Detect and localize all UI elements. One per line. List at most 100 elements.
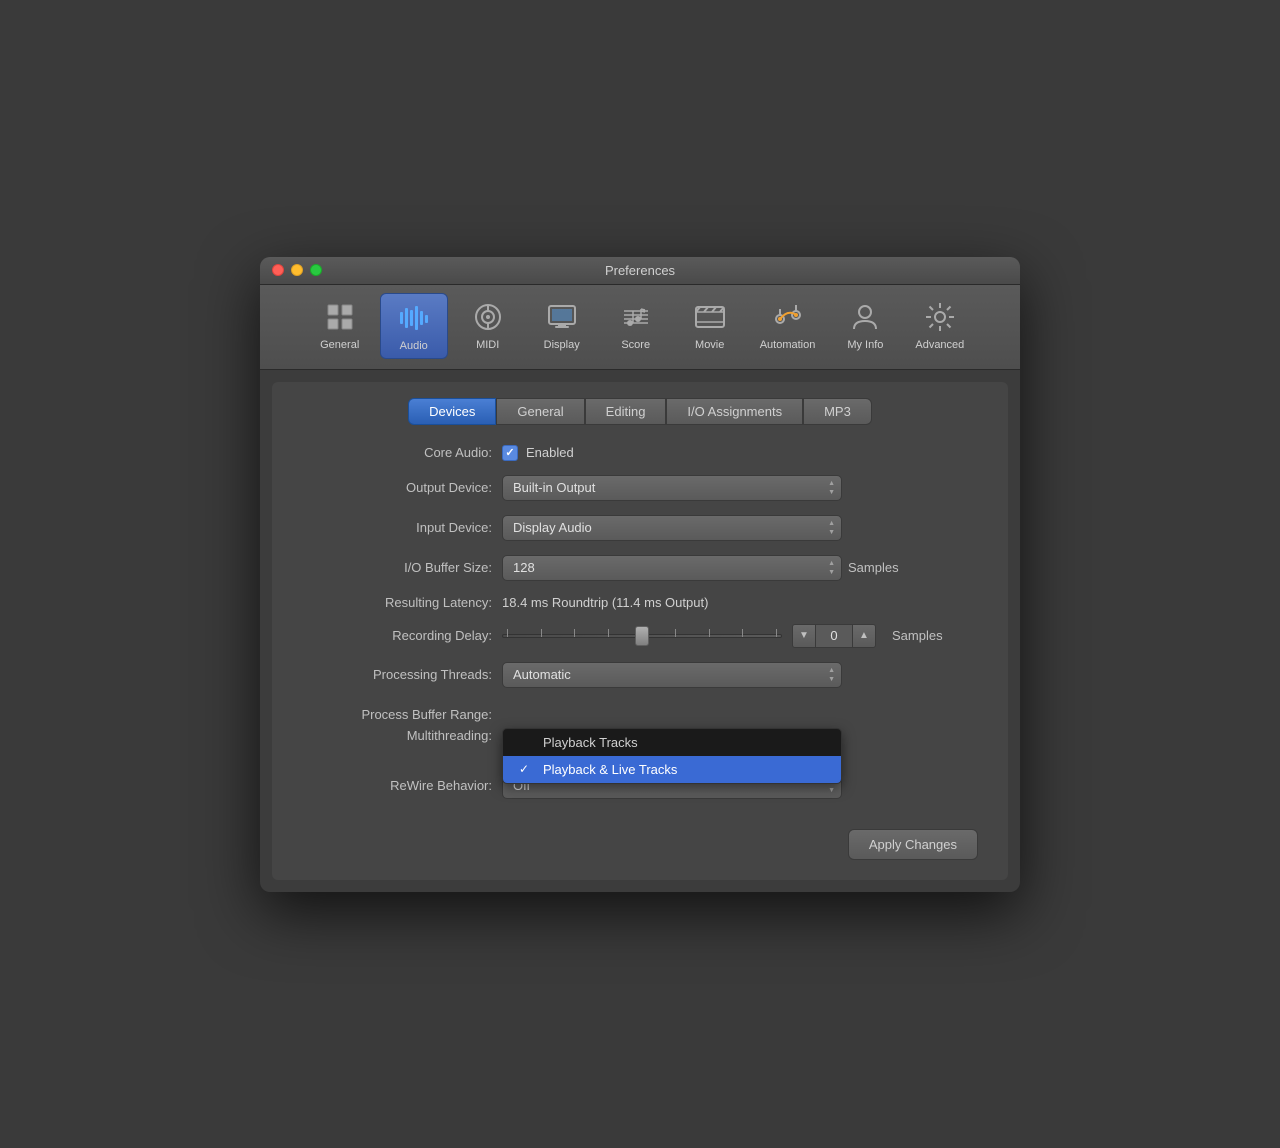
score-icon: [618, 299, 654, 335]
toolbar-advanced-label: Advanced: [915, 339, 964, 351]
toolbar-audio-label: Audio: [400, 340, 428, 352]
popup-checkmark-2: ✓: [519, 762, 533, 776]
processing-threads-value: Automatic: [513, 667, 571, 682]
popup-item-playback-tracks-label: Playback Tracks: [543, 735, 638, 750]
toolbar-general[interactable]: General: [306, 293, 374, 359]
display-icon: [544, 299, 580, 335]
apply-changes-button[interactable]: Apply Changes: [848, 829, 978, 860]
slider-tick-8: [742, 629, 743, 637]
core-audio-row: Core Audio: Enabled: [302, 445, 978, 461]
tab-devices[interactable]: Devices: [408, 398, 496, 425]
output-device-value: Built-in Output: [513, 480, 595, 495]
output-device-label: Output Device:: [302, 480, 502, 495]
core-audio-checkbox[interactable]: [502, 445, 518, 461]
process-buffer-range-label: Process Buffer Range:: [302, 707, 502, 722]
form-area: Core Audio: Enabled Output Device: Built…: [272, 445, 1008, 799]
toolbar-advanced[interactable]: Advanced: [905, 293, 974, 359]
io-buffer-size-label: I/O Buffer Size:: [302, 560, 502, 575]
toolbar-audio[interactable]: Audio: [380, 293, 448, 359]
processing-threads-row: Processing Threads: Automatic: [302, 662, 978, 688]
multithreading-dropdown-popup: Playback Tracks ✓ Playback & Live Tracks: [502, 728, 842, 784]
midi-icon: [470, 299, 506, 335]
core-audio-checkbox-area: Enabled: [502, 445, 574, 461]
minimize-button[interactable]: [291, 264, 303, 276]
toolbar-automation[interactable]: Automation: [750, 293, 826, 359]
toolbar: General Audio: [260, 285, 1020, 370]
general-icon: [322, 299, 358, 335]
toolbar-score-label: Score: [621, 339, 650, 351]
recording-delay-samples-label: Samples: [892, 628, 943, 643]
recording-delay-stepper: ▼ 0 ▲: [792, 624, 876, 648]
toolbar-midi[interactable]: MIDI: [454, 293, 522, 359]
core-audio-enabled-text: Enabled: [526, 445, 574, 460]
io-buffer-size-dropdown-arrow: [828, 560, 835, 576]
output-device-dropdown[interactable]: Built-in Output: [502, 475, 842, 501]
popup-checkmark-1: [519, 735, 533, 749]
stepper-up-button[interactable]: ▲: [852, 624, 876, 648]
toolbar-movie[interactable]: Movie: [676, 293, 744, 359]
toolbar-display-label: Display: [544, 339, 580, 351]
stepper-down-button[interactable]: ▼: [792, 624, 816, 648]
tabs-container: Devices General Editing I/O Assignments …: [272, 398, 1008, 425]
close-button[interactable]: [272, 264, 284, 276]
recording-delay-row: Recording Delay:: [302, 624, 978, 648]
resulting-latency-value: 18.4 ms Roundtrip (11.4 ms Output): [502, 595, 708, 610]
io-buffer-samples-label: Samples: [848, 560, 899, 575]
titlebar: Preferences: [260, 257, 1020, 285]
resulting-latency-label: Resulting Latency:: [302, 595, 502, 610]
input-device-value: Display Audio: [513, 520, 592, 535]
myinfo-icon: [847, 299, 883, 335]
slider-tick-6: [675, 629, 676, 637]
process-buffer-range-row: Process Buffer Range: Medium: [302, 702, 978, 728]
io-buffer-size-dropdown[interactable]: 128: [502, 555, 842, 581]
processing-threads-dropdown-arrow: [828, 667, 835, 683]
rewire-behavior-label: ReWire Behavior:: [302, 778, 502, 793]
tab-general[interactable]: General: [496, 398, 584, 425]
output-device-row: Output Device: Built-in Output: [302, 475, 978, 501]
slider-tick-2: [541, 629, 542, 637]
input-device-dropdown-arrow: [828, 520, 835, 536]
resulting-latency-row: Resulting Latency: 18.4 ms Roundtrip (11…: [302, 595, 978, 610]
automation-icon: [770, 299, 806, 335]
slider-tick-9: [776, 629, 777, 637]
stepper-value: 0: [816, 624, 852, 648]
audio-icon: [396, 300, 432, 336]
multithreading-label: Multithreading:: [302, 728, 502, 743]
popup-item-playback-live-tracks[interactable]: ✓ Playback & Live Tracks: [503, 756, 841, 783]
toolbar-automation-label: Automation: [760, 339, 816, 351]
popup-item-playback-live-tracks-label: Playback & Live Tracks: [543, 762, 677, 777]
tab-mp3[interactable]: MP3: [803, 398, 872, 425]
output-device-dropdown-arrow: [828, 480, 835, 496]
tab-editing[interactable]: Editing: [585, 398, 667, 425]
input-device-label: Input Device:: [302, 520, 502, 535]
toolbar-score[interactable]: Score: [602, 293, 670, 359]
processing-threads-dropdown[interactable]: Automatic: [502, 662, 842, 688]
movie-icon: [692, 299, 728, 335]
core-audio-label: Core Audio:: [302, 445, 502, 460]
recording-delay-slider[interactable]: [502, 634, 782, 638]
tab-io-assignments[interactable]: I/O Assignments: [666, 398, 803, 425]
toolbar-display[interactable]: Display: [528, 293, 596, 359]
advanced-icon: [922, 299, 958, 335]
recording-delay-label: Recording Delay:: [302, 628, 502, 643]
input-device-dropdown[interactable]: Display Audio: [502, 515, 842, 541]
toolbar-midi-label: MIDI: [476, 339, 499, 351]
traffic-lights: [272, 264, 322, 276]
slider-tick-3: [574, 629, 575, 637]
slider-tick-1: [507, 629, 508, 637]
processing-threads-label: Processing Threads:: [302, 667, 502, 682]
toolbar-movie-label: Movie: [695, 339, 724, 351]
maximize-button[interactable]: [310, 264, 322, 276]
popup-item-playback-tracks[interactable]: Playback Tracks: [503, 729, 841, 756]
recording-delay-slider-container: ▼ 0 ▲ Samples: [502, 624, 943, 648]
content-panel: Devices General Editing I/O Assignments …: [272, 382, 1008, 880]
window-title: Preferences: [605, 263, 675, 278]
toolbar-general-label: General: [320, 339, 359, 351]
toolbar-myinfo[interactable]: My Info: [831, 293, 899, 359]
input-device-row: Input Device: Display Audio: [302, 515, 978, 541]
multithreading-row: Multithreading: Playback Tracks ✓ Playba…: [302, 728, 978, 743]
slider-thumb[interactable]: [635, 626, 649, 646]
preferences-window: Preferences General: [260, 257, 1020, 892]
toolbar-myinfo-label: My Info: [847, 339, 883, 351]
io-buffer-size-value: 128: [513, 560, 535, 575]
